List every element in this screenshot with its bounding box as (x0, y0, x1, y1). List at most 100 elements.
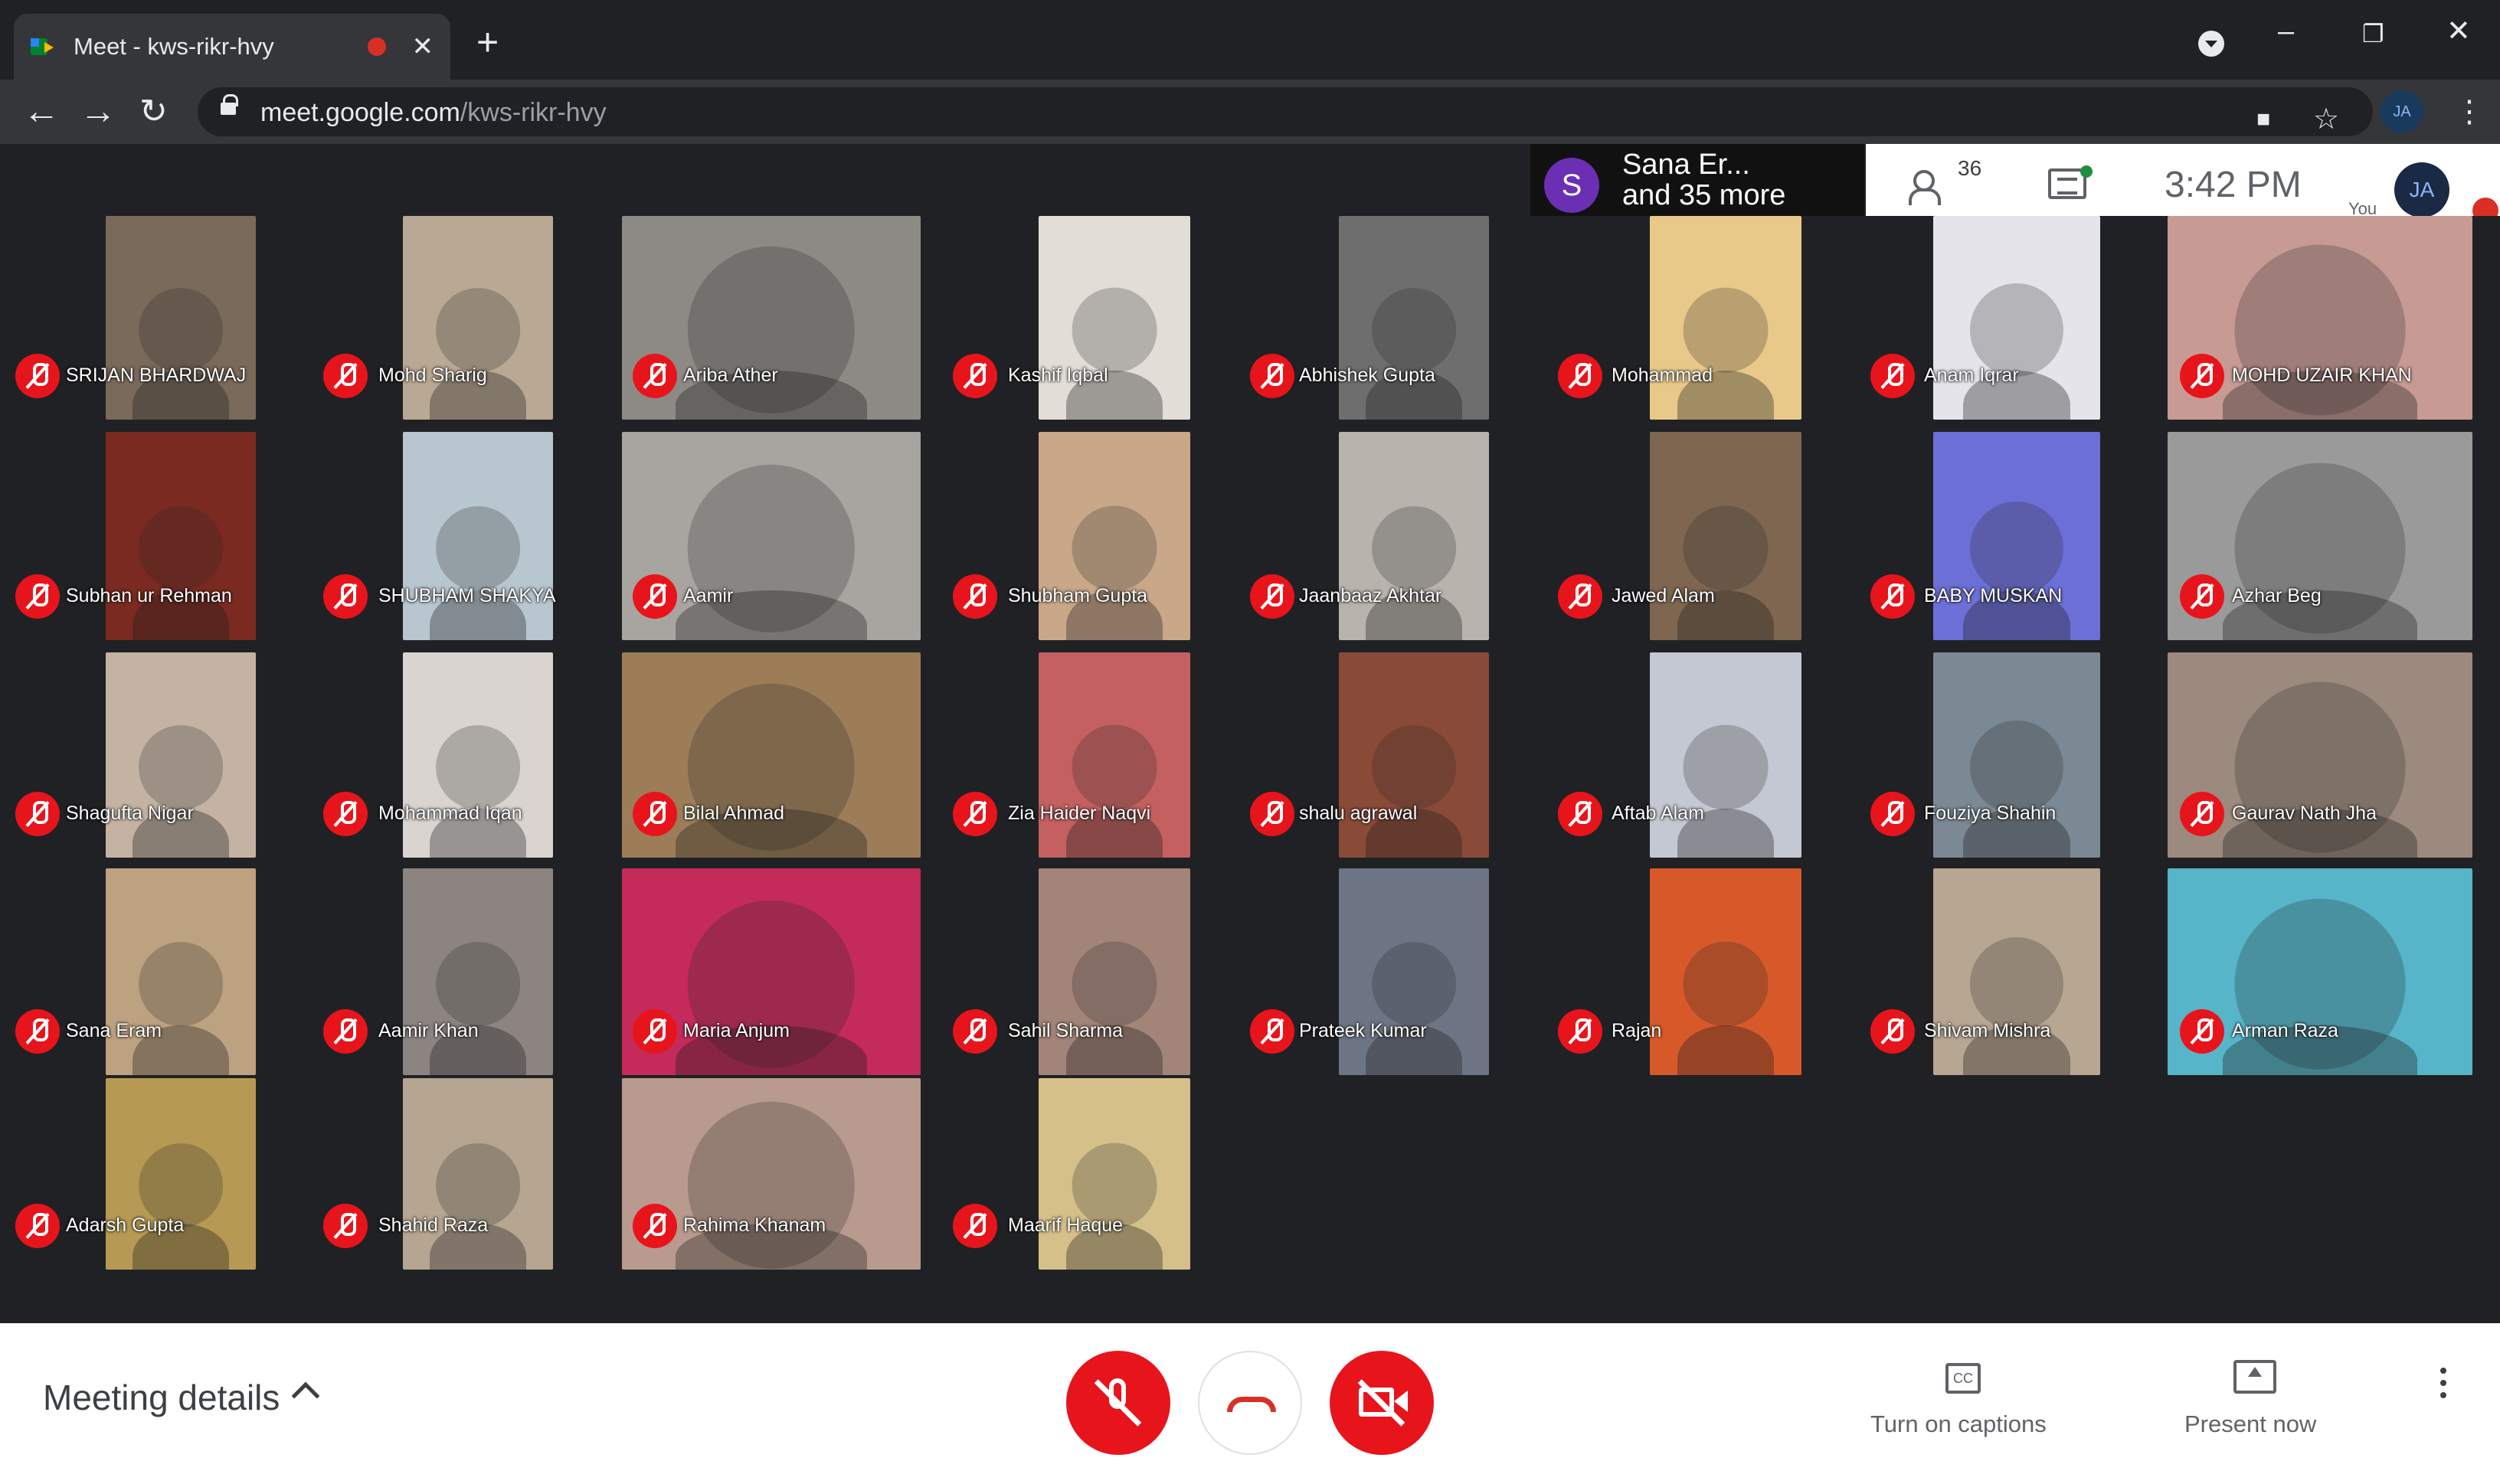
muted-mic-icon (1870, 1009, 1915, 1054)
participant-video (1683, 941, 1769, 1027)
participant-name: Sana Eram (66, 1020, 162, 1041)
new-tab-icon[interactable]: + (476, 23, 499, 61)
participant-tile[interactable] (106, 1078, 256, 1270)
participant-tile[interactable] (1650, 868, 1801, 1075)
turn-on-captions-button[interactable]: Turn on captions (1870, 1410, 2047, 1438)
profile-avatar[interactable]: JA (2381, 90, 2423, 133)
browser-menu-icon[interactable]: ⋮ (2454, 95, 2485, 129)
restore-icon[interactable]: ❐ (2362, 21, 2384, 46)
chevron-up-icon[interactable] (291, 1381, 320, 1410)
participant-name: Ariba Ather (683, 364, 778, 386)
more-options-icon[interactable] (2440, 1368, 2446, 1398)
participant-video (1969, 721, 2064, 815)
participant-tile[interactable] (1339, 216, 1489, 420)
participant-video (1072, 724, 1157, 810)
address-bar[interactable]: meet.google.com/kws-rikr-hvy ■ ☆ (198, 87, 2373, 136)
camera-in-use-icon[interactable]: ■ (2256, 103, 2270, 136)
captions-icon[interactable]: CC (1945, 1363, 1981, 1394)
muted-mic-icon (2180, 574, 2224, 619)
bookmark-star-icon[interactable]: ☆ (2313, 103, 2339, 136)
participant-name: BABY MUSKAN (1924, 585, 2063, 606)
participant-name: Aamir (683, 585, 734, 606)
people-icon[interactable] (1909, 170, 1952, 205)
participant-video (1072, 505, 1157, 591)
browser-tab[interactable]: Meet - kws-rikr-hvy ✕ (14, 14, 450, 80)
muted-mic-icon (323, 574, 368, 619)
participant-name: Gaurav Nath Jha (2232, 802, 2377, 824)
participant-tile[interactable] (106, 432, 256, 640)
participant-tile[interactable] (106, 868, 256, 1075)
close-tab-icon[interactable]: ✕ (412, 34, 434, 60)
muted-mic-icon (953, 792, 997, 836)
participant-tile[interactable] (403, 652, 553, 858)
participant-name: Bilal Ahmad (683, 802, 785, 824)
muted-mic-icon (323, 1009, 368, 1054)
participant-name: Abhishek Gupta (1299, 364, 1435, 386)
participant-name: Subhan ur Rehman (66, 585, 232, 606)
participant-tile[interactable] (1039, 868, 1190, 1075)
meet-window: Meet - kws-rikr-hvy ✕ + – ❐ ✕ ← → ↻ meet… (0, 0, 2500, 1484)
participant-tile[interactable] (106, 652, 256, 858)
present-now-button[interactable]: Present now (2184, 1410, 2316, 1438)
present-screen-icon[interactable] (2233, 1360, 2276, 1394)
participant-name: SRIJAN BHARDWAJ (66, 364, 247, 386)
browser-toolbar: ← → ↻ meet.google.com/kws-rikr-hvy ■ ☆ J… (0, 80, 2500, 144)
participant-name: Adarsh Gupta (66, 1214, 185, 1236)
participant-tile[interactable] (1039, 216, 1190, 420)
participant-tile[interactable] (1339, 432, 1489, 640)
reload-icon[interactable]: ↻ (139, 90, 168, 133)
self-view-avatar[interactable]: JA (2394, 162, 2449, 217)
participant-tile[interactable] (403, 868, 553, 1075)
participant-tile[interactable] (1650, 216, 1801, 420)
participant-video (139, 942, 223, 1027)
participant-tile[interactable] (106, 216, 256, 420)
microphone-toggle-button[interactable] (1066, 1351, 1170, 1455)
muted-mic-icon (1250, 354, 1294, 398)
participant-name: Prateek Kumar (1299, 1020, 1427, 1041)
media-control-icon[interactable] (2198, 31, 2224, 57)
participant-tile[interactable] (1933, 652, 2100, 858)
participant-tile[interactable] (1933, 432, 2100, 640)
participant-tile[interactable] (403, 216, 553, 420)
participant-tile[interactable] (403, 1078, 553, 1270)
participant-name: Rahima Khanam (683, 1214, 826, 1236)
participant-tile[interactable] (1933, 216, 2100, 420)
tab-title: Meet - kws-rikr-hvy (74, 33, 274, 60)
muted-mic-icon (1558, 354, 1602, 398)
participant-tile[interactable] (1933, 868, 2100, 1075)
participant-name: Anam Iqrar (1924, 364, 2019, 386)
participant-name: Shubham Gupta (1008, 585, 1148, 606)
muted-mic-icon (1250, 574, 1294, 619)
muted-mic-icon (15, 792, 60, 836)
camera-toggle-button[interactable] (1330, 1351, 1434, 1455)
participant-tile[interactable] (1039, 1078, 1190, 1270)
participant-name: Maarif Haque (1008, 1214, 1124, 1236)
muted-mic-icon (633, 1009, 677, 1054)
meeting-details-button[interactable]: Meeting details (43, 1377, 280, 1418)
muted-mic-icon (2180, 354, 2224, 398)
presentation-chip[interactable]: S Sana Er... and 35 more (1530, 144, 1864, 216)
leave-call-button[interactable] (1198, 1351, 1302, 1455)
participant-tile[interactable] (1650, 432, 1801, 640)
participant-name: Maria Anjum (683, 1020, 790, 1041)
participant-name: Shahid Raza (378, 1214, 489, 1236)
muted-mic-icon (323, 1204, 368, 1248)
muted-mic-icon (953, 354, 997, 398)
participant-tile[interactable] (403, 432, 553, 640)
participant-video (1372, 506, 1456, 591)
participant-video (1969, 502, 2064, 596)
muted-mic-icon (953, 1204, 997, 1248)
presenter-more: and 35 more (1622, 179, 1786, 211)
participant-video (436, 725, 520, 809)
minimize-icon[interactable]: – (2278, 17, 2294, 46)
participant-tile[interactable] (1039, 652, 1190, 858)
participant-tile[interactable] (1339, 652, 1489, 858)
forward-icon[interactable]: → (80, 90, 116, 133)
camera-lens (1394, 1391, 1408, 1412)
participant-name: Jawed Alam (1612, 585, 1715, 606)
back-icon[interactable]: ← (23, 90, 60, 133)
participant-tile[interactable] (1650, 652, 1801, 858)
participant-tile[interactable] (1039, 432, 1190, 640)
close-window-icon[interactable]: ✕ (2446, 17, 2471, 46)
participant-tile[interactable] (1339, 868, 1489, 1075)
